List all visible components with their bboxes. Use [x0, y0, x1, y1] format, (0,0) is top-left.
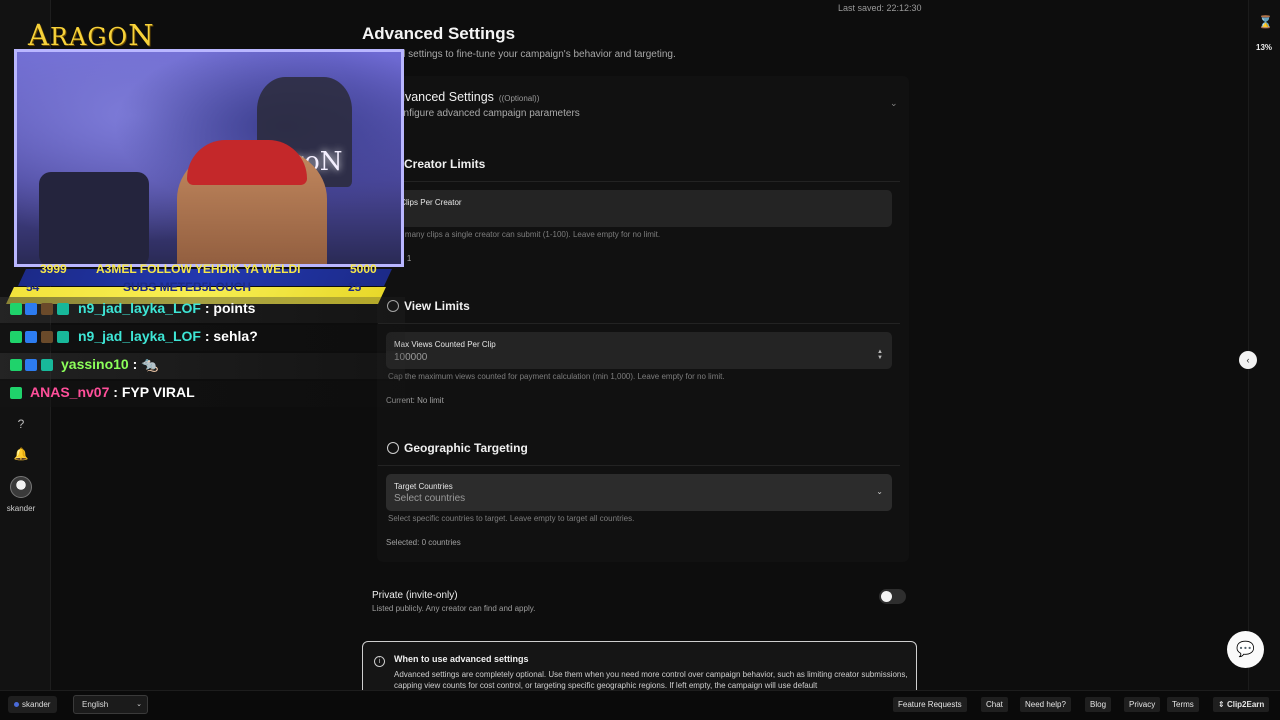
target-countries-help: Select specific countries to target. Lea…	[388, 514, 635, 523]
language-select[interactable]: English ⌄	[73, 695, 148, 714]
cap-shape	[187, 140, 307, 185]
chevron-left-icon[interactable]: ‹	[1239, 351, 1257, 369]
max-clips-field[interactable]: x Clips Per Creator	[386, 190, 892, 227]
divider	[378, 181, 900, 182]
goal2-right: 25	[348, 280, 362, 294]
webcam-feed: agoN	[14, 49, 404, 267]
help-icon[interactable]: ?	[13, 416, 29, 432]
badge-icon	[41, 359, 53, 371]
privacy-link[interactable]: Privacy	[1124, 697, 1161, 712]
avatar[interactable]	[10, 476, 32, 498]
chat-message: ANAS_nv07 : FYP VIRAL	[0, 381, 405, 407]
info-text: Advanced settings are completely optiona…	[394, 670, 908, 690]
max-views-label: Max Views Counted Per Clip	[394, 340, 496, 349]
bottom-user-chip[interactable]: skander	[8, 696, 58, 713]
goal1-right: 5000	[350, 262, 377, 276]
target-countries-label: Target Countries	[394, 482, 453, 491]
info-title: When to use advanced settings	[394, 654, 529, 664]
updown-icon: ⇕	[1218, 700, 1227, 709]
chair-shape	[39, 172, 149, 264]
goal2-left: 54	[26, 280, 40, 294]
app-root: ? 🔔 skander Last saved: 22:12:30 Advance…	[0, 0, 1280, 720]
user-dot-icon	[14, 702, 19, 707]
chat-icon: 💬	[1236, 641, 1255, 658]
toggle-knob	[881, 591, 892, 602]
bottom-username: skander	[22, 700, 51, 709]
chevron-down-icon[interactable]: ⌄	[890, 98, 898, 109]
selected-countries-count: Selected: 0 countries	[386, 538, 461, 547]
language-value: English	[82, 700, 109, 709]
sidebar-username: skander	[6, 504, 36, 513]
chat-message: n9_jad_layka_LOF : points	[0, 297, 405, 323]
bell-icon[interactable]: 🔔	[13, 446, 29, 462]
stream-logo: ARAGON	[28, 18, 155, 52]
badge-icon	[57, 331, 69, 343]
max-views-field[interactable]: Max Views Counted Per Clip 100000 ▲ ▼	[386, 332, 892, 369]
geo-targeting-title: Geographic Targeting	[404, 441, 528, 455]
chat-link[interactable]: Chat	[981, 697, 1008, 712]
badge-icon	[10, 303, 22, 315]
max-views-help: Cap the maximum views counted for paymen…	[388, 372, 725, 381]
chat-message: n9_jad_layka_LOF : sehla?	[0, 325, 405, 351]
badge-icon	[10, 359, 22, 371]
goal1-text: A3MEL FOLLOW YEHDIK YA WELDI	[96, 262, 301, 276]
hourglass-icon: ⌛	[1258, 15, 1273, 29]
badge-icon	[57, 303, 69, 315]
badge-icon	[25, 359, 37, 371]
goal2-text: SUBS METEB5LOUCH	[123, 280, 252, 294]
last-saved-status: Last saved: 22:12:30	[838, 3, 922, 13]
chat-username: ANAS_nv07 : FYP VIRAL	[30, 384, 195, 400]
advanced-settings-subtitle: onfigure advanced campaign parameters	[398, 108, 580, 119]
badge-icon	[41, 303, 53, 315]
chevron-down-icon: ⌄	[136, 701, 142, 708]
chat-username: n9_jad_layka_LOF : sehla?	[78, 328, 258, 344]
chat-username: n9_jad_layka_LOF : points	[78, 300, 256, 316]
progress-percent: 13%	[1256, 43, 1273, 52]
optional-label: ((Optional))	[498, 94, 540, 103]
page-subtitle: advanced settings to fine-tune your camp…	[362, 49, 676, 60]
terms-link[interactable]: Terms	[1167, 697, 1199, 712]
number-spinner-icon[interactable]: ▲ ▼	[877, 349, 883, 361]
badge-icon	[25, 331, 37, 343]
globe-icon	[387, 442, 399, 454]
target-countries-select[interactable]: Target Countries Select countries ⌄	[386, 474, 892, 511]
brand-name: Clip2Earn	[1226, 700, 1265, 709]
advanced-settings-header[interactable]: dvanced Settings ((Optional))	[398, 90, 539, 104]
chat-support-button[interactable]: 💬	[1227, 631, 1264, 668]
private-subtitle: Listed publicly. Any creator can find an…	[372, 604, 536, 613]
need-help-link[interactable]: Need help?	[1020, 697, 1071, 712]
brand-link[interactable]: ⇕ Clip2Earn	[1213, 697, 1270, 712]
chat-username: yassino10 : 🐀	[61, 356, 159, 372]
chat-message: yassino10 : 🐀	[0, 353, 405, 379]
advanced-settings-title: dvanced Settings	[398, 90, 494, 104]
badge-icon	[10, 331, 22, 343]
chevron-down-icon: ⌄	[876, 487, 883, 496]
target-countries-placeholder: Select countries	[394, 493, 466, 504]
badge-icon	[25, 303, 37, 315]
feature-requests-link[interactable]: Feature Requests	[893, 697, 967, 712]
info-icon: i	[374, 656, 385, 667]
blog-link[interactable]: Blog	[1085, 697, 1112, 712]
max-clips-help: how many clips a single creator can subm…	[388, 230, 661, 239]
private-toggle[interactable]	[879, 589, 906, 604]
view-limits-title: View Limits	[404, 299, 470, 313]
private-title: Private (invite-only)	[372, 590, 458, 601]
badge-icon	[41, 331, 53, 343]
divider	[378, 465, 900, 466]
divider	[378, 323, 900, 324]
goal1-left: 3999	[40, 262, 67, 276]
badge-icon	[10, 387, 22, 399]
creator-limits-title: Creator Limits	[404, 157, 486, 171]
